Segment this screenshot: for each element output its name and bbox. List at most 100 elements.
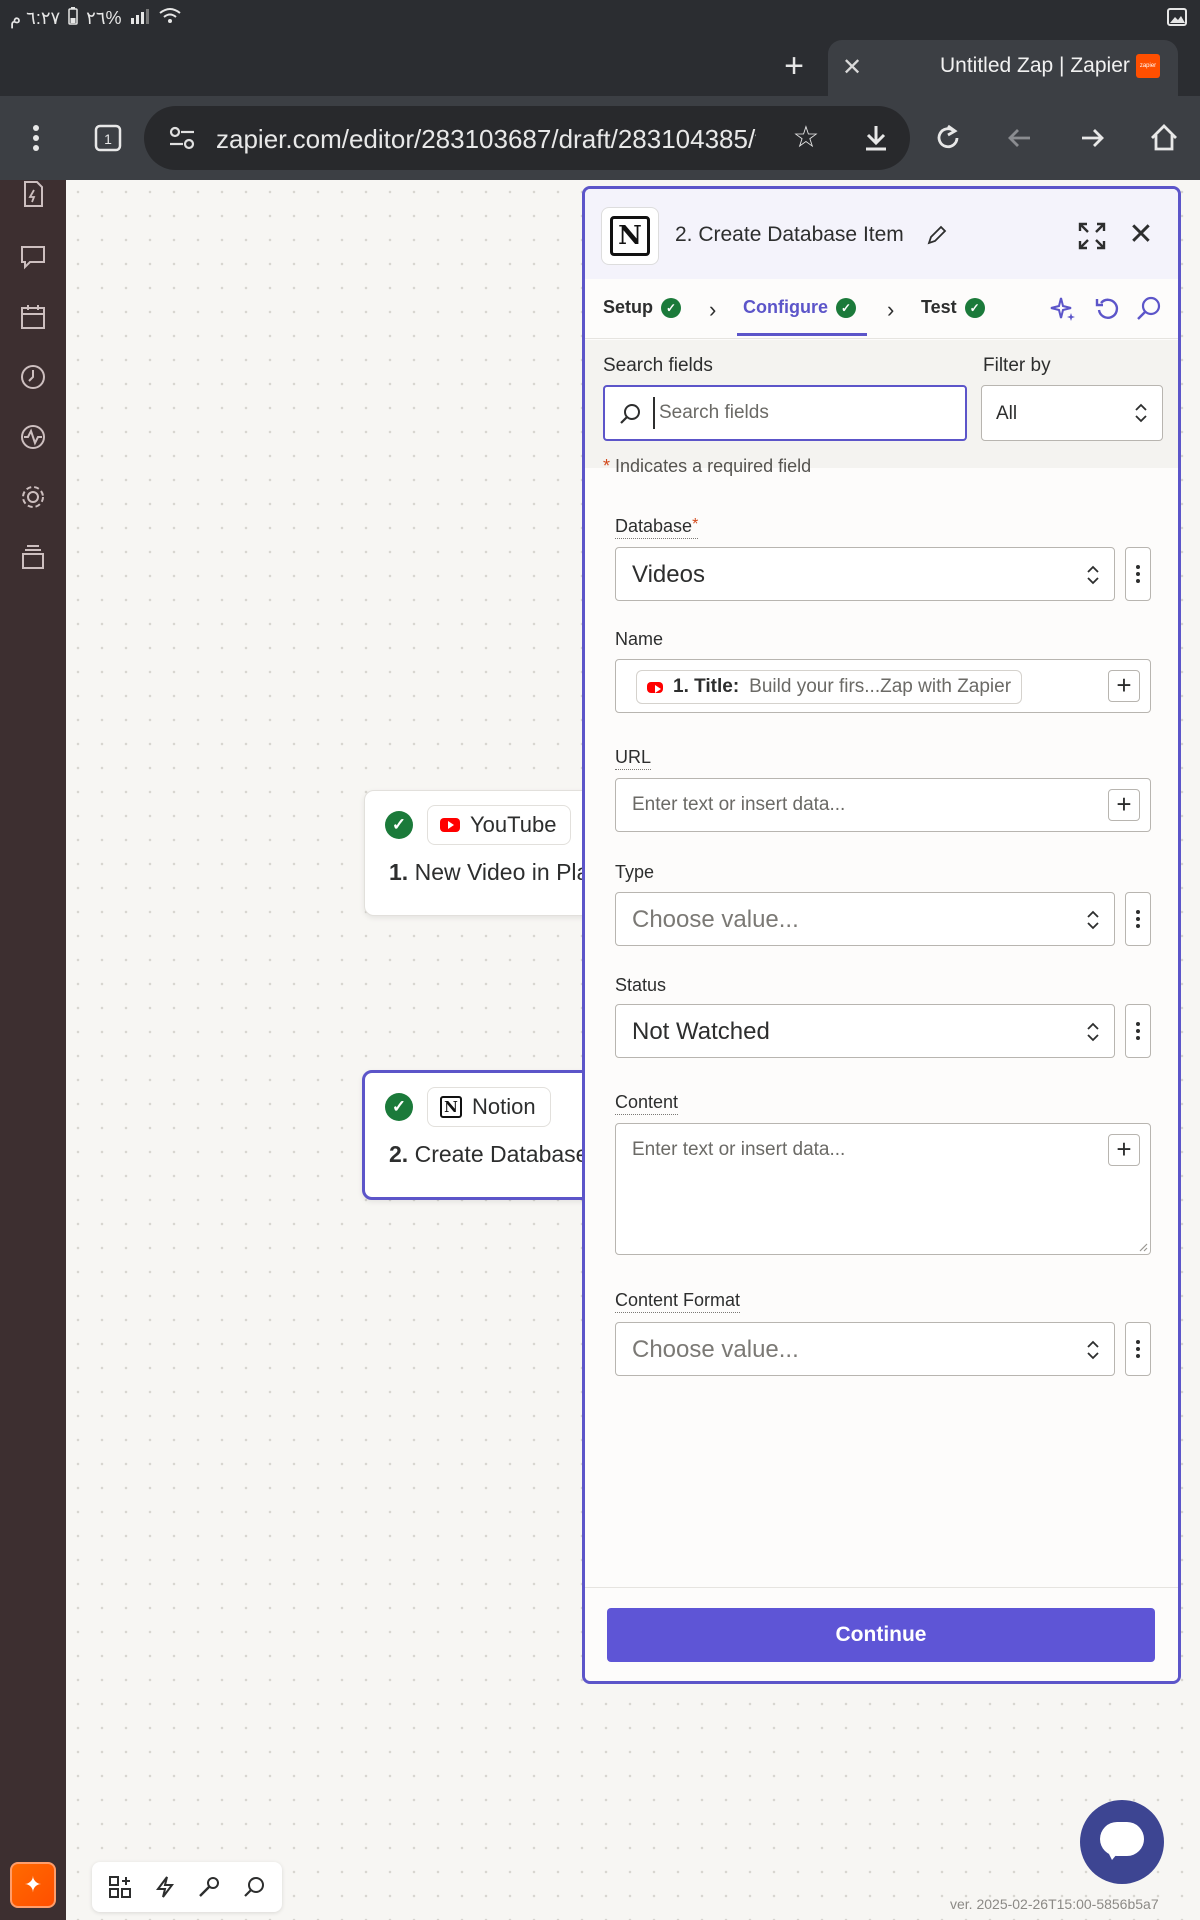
refresh-icon[interactable]: [1093, 295, 1121, 323]
browser-toolbar: 1 zapier.com/editor/283103687/draft/2831…: [0, 96, 1200, 180]
active-tab-indicator: [737, 333, 867, 336]
success-check-icon: ✓: [661, 297, 682, 318]
insert-data-plus-icon[interactable]: +: [1108, 1134, 1140, 1166]
database-select[interactable]: Videos: [615, 547, 1115, 601]
version-text: ver. 2025-02-26T15:00-5856b5a7: [950, 1896, 1159, 1912]
tab-test[interactable]: Test ✓: [921, 297, 985, 318]
close-icon[interactable]: ✕: [1125, 219, 1157, 251]
panel-title[interactable]: 2. Create Database Item: [675, 223, 904, 247]
filter-select[interactable]: All: [981, 385, 1163, 441]
comment-icon[interactable]: [18, 242, 48, 272]
ai-sparkle-button[interactable]: ✦: [10, 1862, 56, 1908]
chevron-right-icon: ›: [709, 297, 717, 322]
status-options-kebab-icon[interactable]: [1125, 1004, 1151, 1058]
select-arrows-icon: [1087, 1022, 1099, 1042]
content-textarea[interactable]: Enter text or insert data... +: [615, 1123, 1151, 1255]
battery-icon: [68, 7, 78, 30]
search-fields-input-box[interactable]: [603, 385, 967, 441]
select-arrows-icon: [1087, 1340, 1099, 1360]
status-label: Status: [615, 975, 667, 995]
continue-button[interactable]: Continue: [607, 1608, 1155, 1662]
node-app-name: YouTube: [470, 812, 557, 837]
close-tab-icon[interactable]: ✕: [836, 52, 868, 84]
node-step-title: 1. New Video in Playlist: [389, 859, 603, 885]
tab-count: 1: [104, 131, 112, 147]
url-text[interactable]: zapier.com/editor/283103687/draft/283104…: [216, 124, 756, 155]
insert-data-plus-icon[interactable]: +: [1108, 670, 1140, 702]
zap-file-icon[interactable]: [18, 180, 48, 210]
tab-strip: + ✕ Untitled Zap | Zapier zapier: [0, 36, 1200, 96]
url-label: URL: [615, 747, 652, 770]
settings-gear-icon[interactable]: [18, 482, 48, 512]
search-icon[interactable]: [239, 1872, 269, 1902]
tab-configure[interactable]: Configure ✓: [743, 297, 856, 318]
search-fields-label: Search fields: [603, 355, 713, 376]
filter-value: All: [996, 403, 1018, 424]
content-format-placeholder: Choose value...: [632, 1336, 799, 1363]
edit-pencil-icon[interactable]: [925, 223, 949, 247]
tab-title: Untitled Zap | Zapier: [940, 54, 1130, 77]
gallery-icon: [1166, 6, 1188, 33]
content-label: Content: [615, 1092, 679, 1115]
type-select[interactable]: Choose value...: [615, 892, 1115, 946]
type-options-kebab-icon[interactable]: [1125, 892, 1151, 946]
tab-setup[interactable]: Setup ✓: [603, 297, 682, 318]
tab-switcher-button[interactable]: 1: [86, 116, 130, 160]
signal-icon: [130, 8, 150, 29]
required-note: * Indicates a required field: [603, 456, 812, 476]
site-settings-icon[interactable]: [164, 120, 200, 156]
youtube-logo-icon: [440, 818, 460, 832]
youtube-logo-icon: [647, 681, 663, 693]
select-arrows-icon: [1087, 910, 1099, 930]
insert-data-plus-icon[interactable]: +: [1108, 789, 1140, 821]
name-field[interactable]: 1. Title: Build your firs...Zap with Zap…: [615, 659, 1151, 713]
ai-sparkle-icon[interactable]: [1049, 295, 1077, 323]
home-icon[interactable]: [1142, 116, 1186, 160]
trigger-node-youtube[interactable]: ✓ YouTube 1. New Video in Playlist: [364, 790, 604, 916]
history-clock-icon[interactable]: [18, 362, 48, 392]
status-select[interactable]: Not Watched: [615, 1004, 1115, 1058]
menu-kebab-icon[interactable]: [14, 116, 58, 160]
reload-icon[interactable]: [926, 116, 970, 160]
activity-icon[interactable]: [18, 422, 48, 452]
url-field[interactable]: Enter text or insert data... +: [615, 778, 1151, 832]
success-check-icon: ✓: [836, 297, 856, 318]
resize-handle-icon[interactable]: [1138, 1242, 1148, 1252]
apps-grid-icon[interactable]: [105, 1872, 135, 1902]
notion-app-logo: N: [601, 207, 659, 265]
url-placeholder: Enter text or insert data...: [632, 794, 846, 815]
download-icon[interactable]: [856, 118, 896, 158]
calendar-icon[interactable]: [18, 302, 48, 332]
filter-by-label: Filter by: [983, 355, 1051, 376]
status-bar: ٦:٢٧ م ٢٦%: [0, 0, 1200, 36]
search-icon[interactable]: [1135, 295, 1163, 323]
browser-tab[interactable]: ✕ Untitled Zap | Zapier zapier: [828, 40, 1178, 96]
notion-logo-icon: N: [440, 1096, 462, 1118]
mapped-data-chip[interactable]: 1. Title: Build your firs...Zap with Zap…: [636, 670, 1023, 704]
type-placeholder: Choose value...: [632, 906, 799, 933]
content-format-select[interactable]: Choose value...: [615, 1322, 1115, 1376]
bookmark-star-icon[interactable]: ☆: [786, 118, 826, 158]
app-pill-notion: N Notion: [427, 1087, 551, 1127]
status-value: Not Watched: [632, 1018, 770, 1045]
forward-arrow-icon[interactable]: [1070, 116, 1114, 160]
content-format-options-kebab-icon[interactable]: [1125, 1322, 1151, 1376]
search-fields-input[interactable]: [653, 397, 953, 429]
success-check-icon: ✓: [385, 1093, 413, 1121]
node-app-name: Notion: [472, 1094, 536, 1119]
panel-header: N 2. Create Database Item ✕: [585, 189, 1178, 279]
support-chat-button[interactable]: [1080, 1800, 1164, 1884]
database-options-kebab-icon[interactable]: [1125, 547, 1151, 601]
back-arrow-icon[interactable]: [998, 116, 1042, 160]
lightning-icon[interactable]: [150, 1872, 180, 1902]
expand-icon[interactable]: [1077, 221, 1107, 251]
new-tab-button[interactable]: +: [776, 48, 812, 84]
wrench-icon[interactable]: [194, 1872, 224, 1902]
chevron-right-icon: ›: [887, 297, 895, 322]
versions-stack-icon[interactable]: [18, 542, 48, 572]
select-arrows-icon: [1087, 565, 1099, 585]
action-node-notion[interactable]: ✓ N Notion 2. Create Database Item: [362, 1070, 602, 1200]
address-bar[interactable]: zapier.com/editor/283103687/draft/283104…: [144, 106, 910, 170]
panel-footer: Continue: [585, 1587, 1178, 1681]
left-sidebar: [0, 180, 66, 1920]
